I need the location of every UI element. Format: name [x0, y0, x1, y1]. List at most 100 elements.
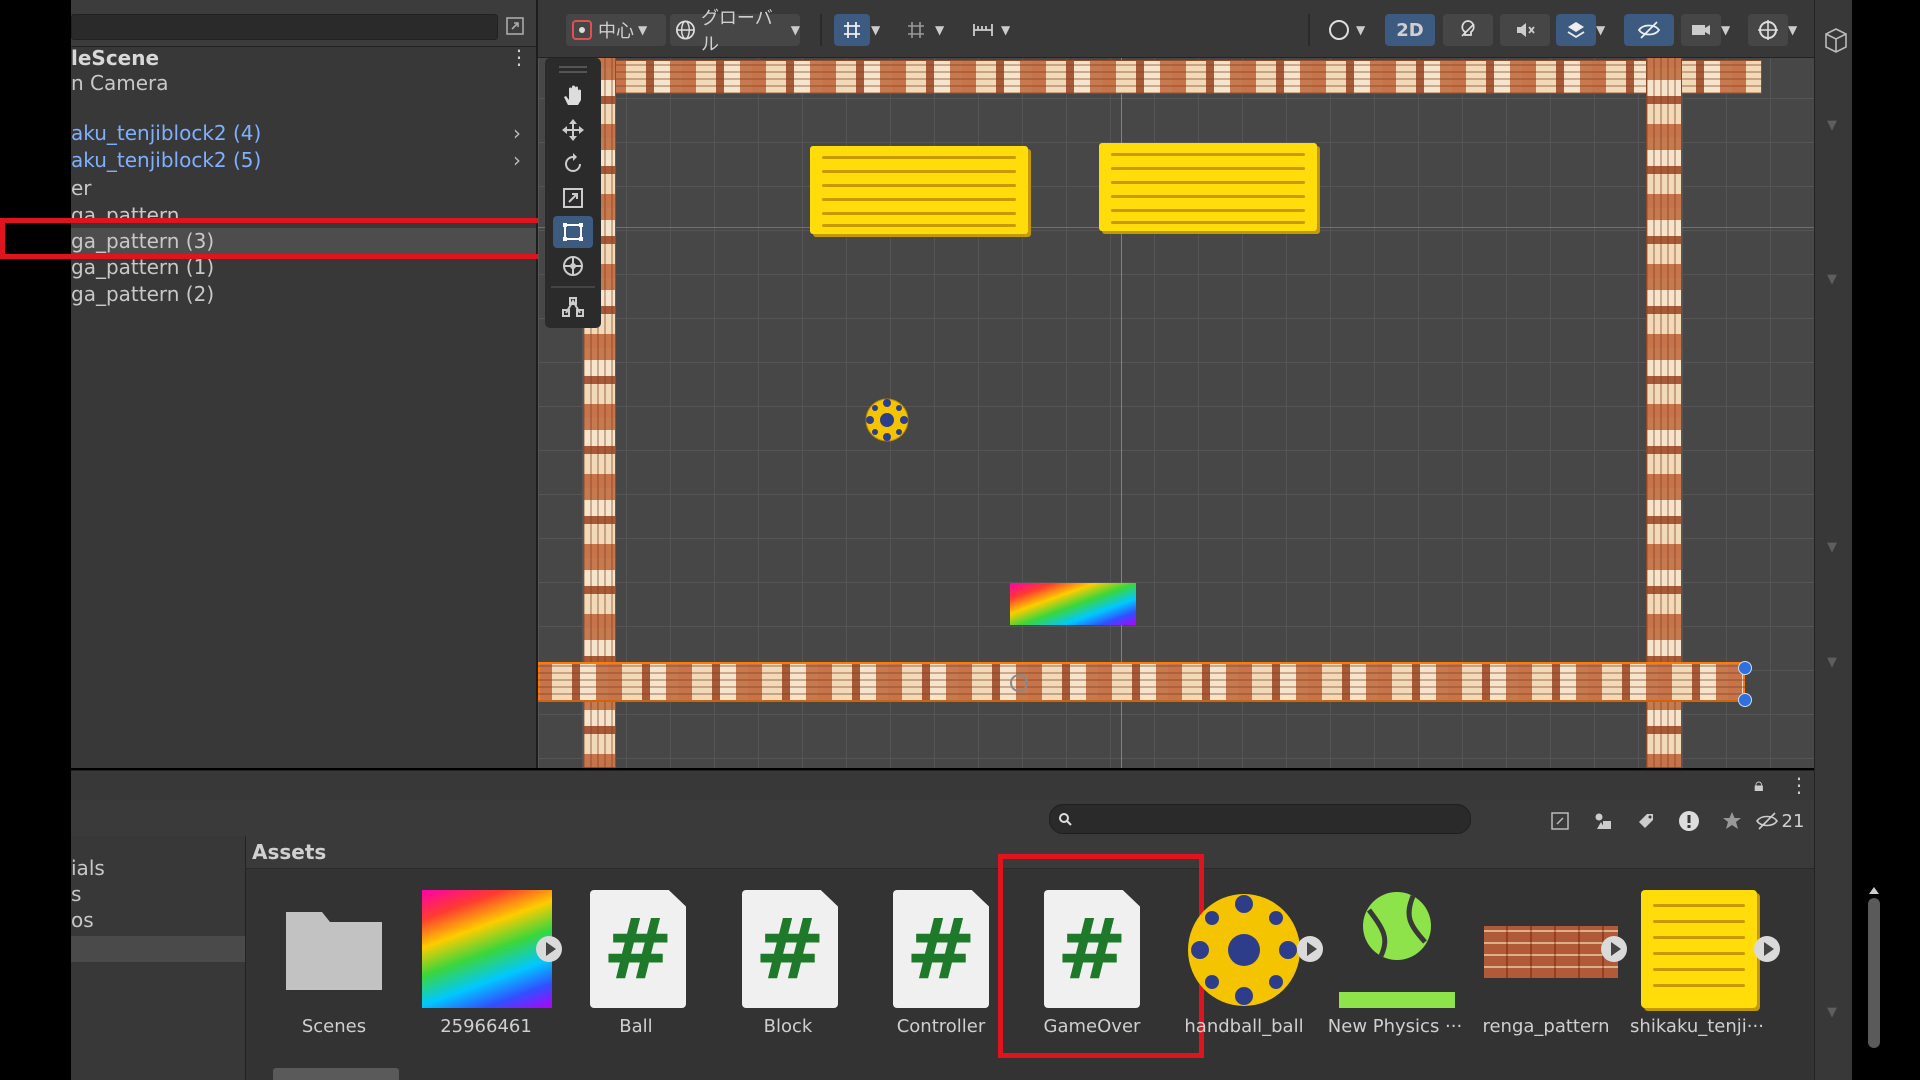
pivot-label: 中心 — [598, 21, 634, 42]
hidden-packages-toggle[interactable]: 21 — [1755, 808, 1805, 834]
increment-snap-dropdown[interactable]: ▼ — [935, 14, 953, 46]
grid-snap-button[interactable] — [834, 14, 870, 46]
asset-label: Block — [763, 1016, 813, 1037]
transform-tool-icon[interactable] — [553, 250, 593, 282]
scrollbar-thumb[interactable] — [1868, 898, 1880, 1048]
effects-dropdown[interactable]: ▼ — [1596, 14, 1614, 46]
chevron-right-icon[interactable]: › — [513, 120, 529, 147]
pivot-handle[interactable] — [1010, 674, 1028, 692]
space-dropdown[interactable]: グローバル ▼ — [670, 8, 800, 55]
search-by-type-icon[interactable] — [1547, 808, 1573, 834]
collapse-arrow-icon[interactable]: ▼ — [1827, 540, 1837, 555]
paddle-sprite[interactable] — [1010, 583, 1136, 625]
drag-grip[interactable] — [559, 66, 587, 68]
hierarchy-search-field[interactable] — [71, 14, 498, 40]
custom-tool-icon[interactable] — [553, 290, 593, 322]
asset-image[interactable]: 25966461 — [410, 890, 562, 1040]
wall-top[interactable] — [612, 60, 1762, 94]
asset-label: handball_ball — [1184, 1016, 1304, 1037]
tools-overlay — [545, 58, 601, 328]
kebab-menu-icon[interactable]: ⋮ — [1789, 773, 1809, 797]
asset-sprite-tenjiblock[interactable]: shikaku_tenji··· — [1621, 890, 1780, 1040]
asset-label: Scenes — [301, 1016, 367, 1037]
tenji-block[interactable] — [1099, 143, 1317, 231]
ruler-icon — [973, 24, 993, 36]
camera-button[interactable] — [1681, 14, 1721, 46]
draw-mode-button[interactable] — [1322, 14, 1356, 46]
folder-tree-item-selected[interactable] — [71, 936, 245, 962]
snap-increment-icon — [908, 22, 924, 38]
lightbulb-icon — [1461, 20, 1475, 37]
kebab-menu-icon[interactable]: ⋮ — [509, 46, 529, 68]
asset-sprite-handball[interactable]: handball_ball — [1168, 890, 1323, 1040]
hierarchy-item-label: ga_pattern (2) — [71, 282, 215, 306]
warning-icon[interactable] — [1676, 808, 1702, 834]
asset-size-slider[interactable] — [273, 1068, 399, 1080]
asset-script-controller[interactable]: # Controller — [865, 890, 1017, 1040]
collapse-arrow-icon[interactable]: ▼ — [1827, 118, 1837, 133]
gizmos-button[interactable] — [1748, 14, 1788, 46]
pivot-dropdown[interactable]: 中心 ▼ — [566, 14, 666, 46]
scale-tool-icon[interactable] — [553, 182, 593, 214]
lighting-toggle[interactable] — [1443, 14, 1493, 46]
effects-toggle[interactable] — [1556, 14, 1596, 46]
collapse-arrow-icon[interactable]: ▼ — [1827, 655, 1837, 670]
handball-thumbnail — [1188, 890, 1300, 1008]
audio-toggle[interactable] — [1500, 14, 1550, 46]
rotate-tool-icon[interactable] — [553, 148, 593, 180]
scene-view[interactable]: 中心 ▼ グローバル ▼ ▼ ▼ ▼ ▼ 2D ▼ ▼ ▼ — [538, 0, 1814, 768]
ruler-dropdown[interactable]: ▼ — [1001, 14, 1019, 46]
scene-visibility-toggle[interactable] — [1624, 14, 1674, 46]
ruler-button[interactable] — [966, 14, 1000, 46]
collapse-arrow-icon[interactable]: ▼ — [1827, 272, 1837, 287]
scene-header[interactable]: leScene ⋮ — [71, 46, 536, 70]
cube-icon[interactable] — [1823, 26, 1849, 56]
collapse-arrow-icon[interactable]: ▼ — [1827, 1005, 1837, 1020]
hierarchy-item[interactable]: ga_pattern (2) — [71, 281, 536, 308]
floor-bar-selected[interactable] — [538, 662, 1745, 702]
hierarchy-item[interactable]: aku_tenjiblock2 (4) › — [71, 120, 536, 147]
globe-icon — [676, 20, 695, 40]
camera-dropdown[interactable]: ▼ — [1721, 14, 1739, 46]
grid-snap-dropdown[interactable]: ▼ — [871, 14, 889, 46]
hierarchy-item[interactable]: aku_tenjiblock2 (5) › — [71, 147, 536, 174]
asset-label: 25966461 — [440, 1016, 532, 1037]
rect-handle[interactable] — [1738, 693, 1752, 707]
lock-icon[interactable]: 🔒︎ — [1754, 775, 1764, 796]
folder-tree-item[interactable]: s — [71, 882, 81, 906]
search-input[interactable] — [1049, 804, 1471, 834]
physics-material-icon — [1339, 890, 1455, 1008]
star-icon[interactable] — [1719, 808, 1745, 834]
breadcrumb-assets[interactable]: Assets — [252, 840, 326, 864]
project-header: 🔒︎ ⋮ — [71, 770, 1814, 801]
image-thumbnail — [422, 890, 552, 1008]
hierarchy-item[interactable]: er — [71, 175, 536, 202]
rect-handle[interactable] — [1738, 661, 1752, 675]
increment-snap-button[interactable] — [898, 14, 934, 46]
asset-script-ball[interactable]: # Ball — [560, 890, 712, 1040]
rect-tool-icon[interactable] — [553, 216, 593, 248]
tenji-block[interactable] — [810, 146, 1028, 234]
folder-tree-item[interactable]: os — [71, 908, 94, 932]
asset-script-block[interactable]: # Block — [712, 890, 864, 1040]
expand-play-icon[interactable] — [536, 936, 562, 962]
asset-scenes-folder[interactable]: Scenes — [258, 890, 410, 1040]
folder-tree-item[interactable]: ials — [71, 856, 105, 880]
expand-play-icon[interactable] — [1754, 936, 1780, 962]
maximize-icon[interactable] — [505, 16, 525, 36]
label-icon[interactable] — [1633, 808, 1659, 834]
2d-toggle[interactable]: 2D — [1385, 14, 1435, 46]
brick-thumbnail — [1484, 926, 1618, 978]
hand-tool-icon[interactable] — [553, 80, 593, 112]
scroll-up-icon[interactable] — [1868, 880, 1880, 894]
speaker-muted-icon — [1517, 23, 1535, 37]
draw-mode-dropdown[interactable]: ▼ — [1356, 14, 1374, 46]
asset-sprite-renga[interactable]: renga_pattern — [1470, 890, 1627, 1040]
chevron-right-icon[interactable]: › — [513, 147, 529, 174]
ball-sprite[interactable] — [865, 398, 909, 442]
hierarchy-item[interactable]: n Camera — [71, 70, 536, 97]
asset-physics-material[interactable]: New Physics ··· — [1319, 890, 1471, 1040]
move-tool-icon[interactable] — [553, 114, 593, 146]
filter-by-type-icon[interactable] — [1590, 808, 1616, 834]
gizmos-dropdown[interactable]: ▼ — [1788, 14, 1806, 46]
